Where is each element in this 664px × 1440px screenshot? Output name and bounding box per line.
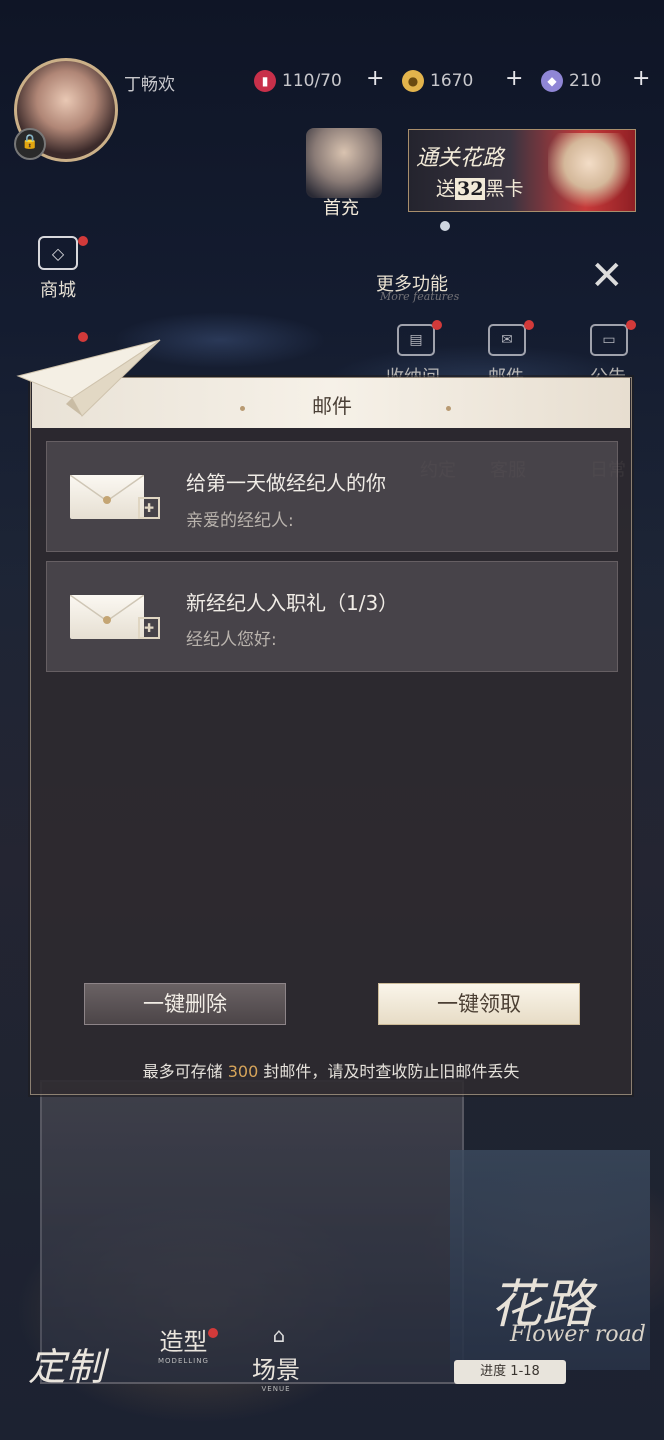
storage-notification-dot [432, 320, 442, 330]
styling-tab[interactable]: 造型 MODELLING [158, 1322, 209, 1365]
gift-icon: ✚ [138, 617, 160, 639]
shop-button[interactable]: ◇ 商城 [38, 236, 78, 302]
mail-notification-dot [524, 320, 534, 330]
coin-value: 1670 [430, 71, 474, 91]
lock-icon: 🔒 [14, 128, 46, 160]
cart-icon: ◇ [38, 236, 78, 270]
gift-icon: ✚ [138, 497, 160, 519]
notice-icon[interactable]: ▭ [590, 324, 628, 356]
diamond-value: 210 [569, 71, 602, 91]
stamina-value: 110/70 [282, 71, 342, 91]
banner-character [548, 133, 630, 209]
add-stamina-button[interactable]: + [366, 66, 384, 91]
add-coin-button[interactable]: + [505, 66, 523, 91]
envelope-icon [70, 475, 144, 519]
notice-notification-dot [626, 320, 636, 330]
claim-all-button[interactable]: 一键领取 [378, 983, 580, 1025]
mail-preview-2: 经纪人您好: [186, 630, 277, 650]
header-ornament-left [240, 406, 245, 411]
mail-title-1: 给第一天做经纪人的你 [186, 471, 386, 495]
diamond-icon: ◆ [541, 70, 563, 92]
first-charge-button[interactable] [306, 128, 382, 198]
mail-icon[interactable]: ✉ [488, 324, 526, 356]
diamond-counter: ◆ 210 [541, 68, 601, 94]
banner-page-indicator [440, 221, 450, 231]
mail-capacity-note: 最多可存储 300 封邮件，请及时查收防止旧邮件丢失 [142, 1062, 520, 1081]
envelope-icon [70, 595, 144, 639]
add-diamond-button[interactable]: + [632, 66, 650, 91]
progress-badge: 进度 1-18 [454, 1360, 566, 1384]
styling-label: 造型 [159, 1328, 208, 1356]
coin-counter: ● 1670 [402, 68, 473, 94]
banner-line1: 通关花路 [416, 146, 505, 171]
shop-label: 商城 [40, 280, 76, 301]
shop-notification-dot [78, 236, 88, 246]
custom-tab[interactable]: 定制 [28, 1336, 104, 1391]
stamina-counter: ▮ 110/70 [254, 68, 342, 94]
coin-icon: ● [402, 70, 424, 92]
drink-icon: ▮ [254, 70, 276, 92]
close-icon[interactable]: ✕ [590, 256, 624, 296]
username: 丁畅欢 [124, 75, 175, 95]
scene-tab[interactable]: 场景 VENUE [252, 1350, 300, 1393]
styling-sublabel: MODELLING [158, 1357, 209, 1365]
mail-preview-1: 亲爱的经纪人: [186, 511, 294, 531]
flower-road-english: Flower road [510, 1322, 646, 1347]
first-charge-label: 首充 [323, 198, 359, 219]
scene-sublabel: VENUE [261, 1385, 291, 1393]
banner-line2: 送 32 黑卡 [436, 178, 524, 200]
mail-title-2: 新经纪人入职礼（1/3） [186, 591, 399, 615]
styling-notification-dot [208, 1328, 218, 1338]
house-icon: ⌂ [272, 1323, 286, 1347]
mail-dialog-title: 邮件 [312, 394, 352, 418]
delete-all-button[interactable]: 一键删除 [84, 983, 286, 1025]
more-functions-subtitle: More features [380, 290, 460, 303]
header-ornament-right [446, 406, 451, 411]
paper-plane-icon [16, 339, 161, 417]
scene-label: 场景 [252, 1356, 300, 1384]
storage-icon[interactable]: ▤ [397, 324, 435, 356]
